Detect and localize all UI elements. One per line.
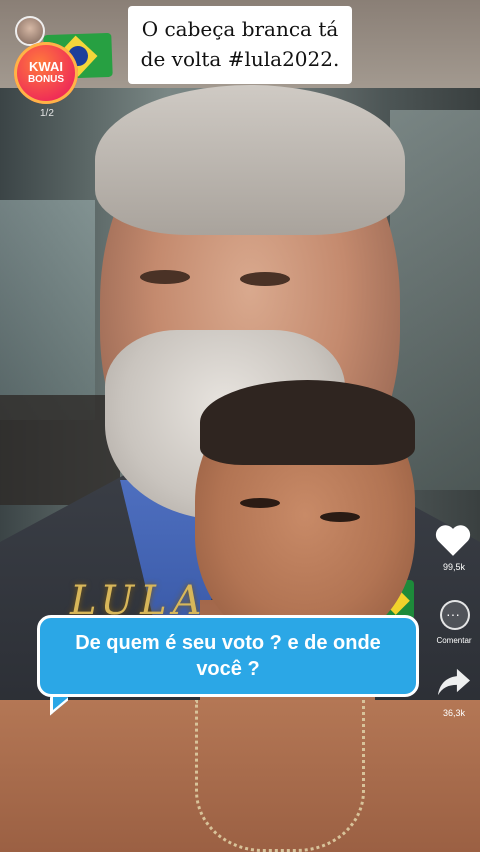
caption-line: de volta #lula2022.	[140, 47, 340, 71]
portrait-eye	[140, 270, 190, 284]
question-text: você ?	[196, 658, 260, 680]
shares-count: 36,3k	[442, 708, 466, 718]
young-man-hair	[200, 380, 415, 465]
likes-count: 99,5k	[442, 562, 466, 572]
question-text: De quem é seu voto ? e de onde	[75, 632, 381, 654]
caption-box: O cabeça branca tá de volta #lula2022.	[128, 6, 352, 84]
background-window	[0, 200, 95, 420]
share-icon[interactable]	[436, 666, 472, 698]
badge-brand: KWAI	[29, 59, 63, 74]
badge-counter: 1/2	[40, 108, 54, 119]
young-man-eye	[240, 498, 280, 508]
caption-line: O cabeça branca tá	[141, 17, 339, 41]
heart-icon[interactable]	[434, 522, 472, 558]
portrait-hair	[95, 85, 405, 235]
portrait-eye	[240, 272, 290, 286]
comment-label: Comentar	[436, 636, 472, 645]
question-bubble: De quem é seu voto ? e de onde você ?	[37, 615, 419, 697]
comment-icon[interactable]	[440, 600, 470, 630]
badge-label: BONUS	[27, 74, 65, 85]
gold-chain	[195, 700, 365, 852]
young-man-eye	[320, 512, 360, 522]
kwai-bonus-badge[interactable]: KWAI BONUS	[14, 42, 78, 104]
video-frame[interactable]: LULA O cabeça branca tá de volta #lula20…	[0, 0, 480, 852]
